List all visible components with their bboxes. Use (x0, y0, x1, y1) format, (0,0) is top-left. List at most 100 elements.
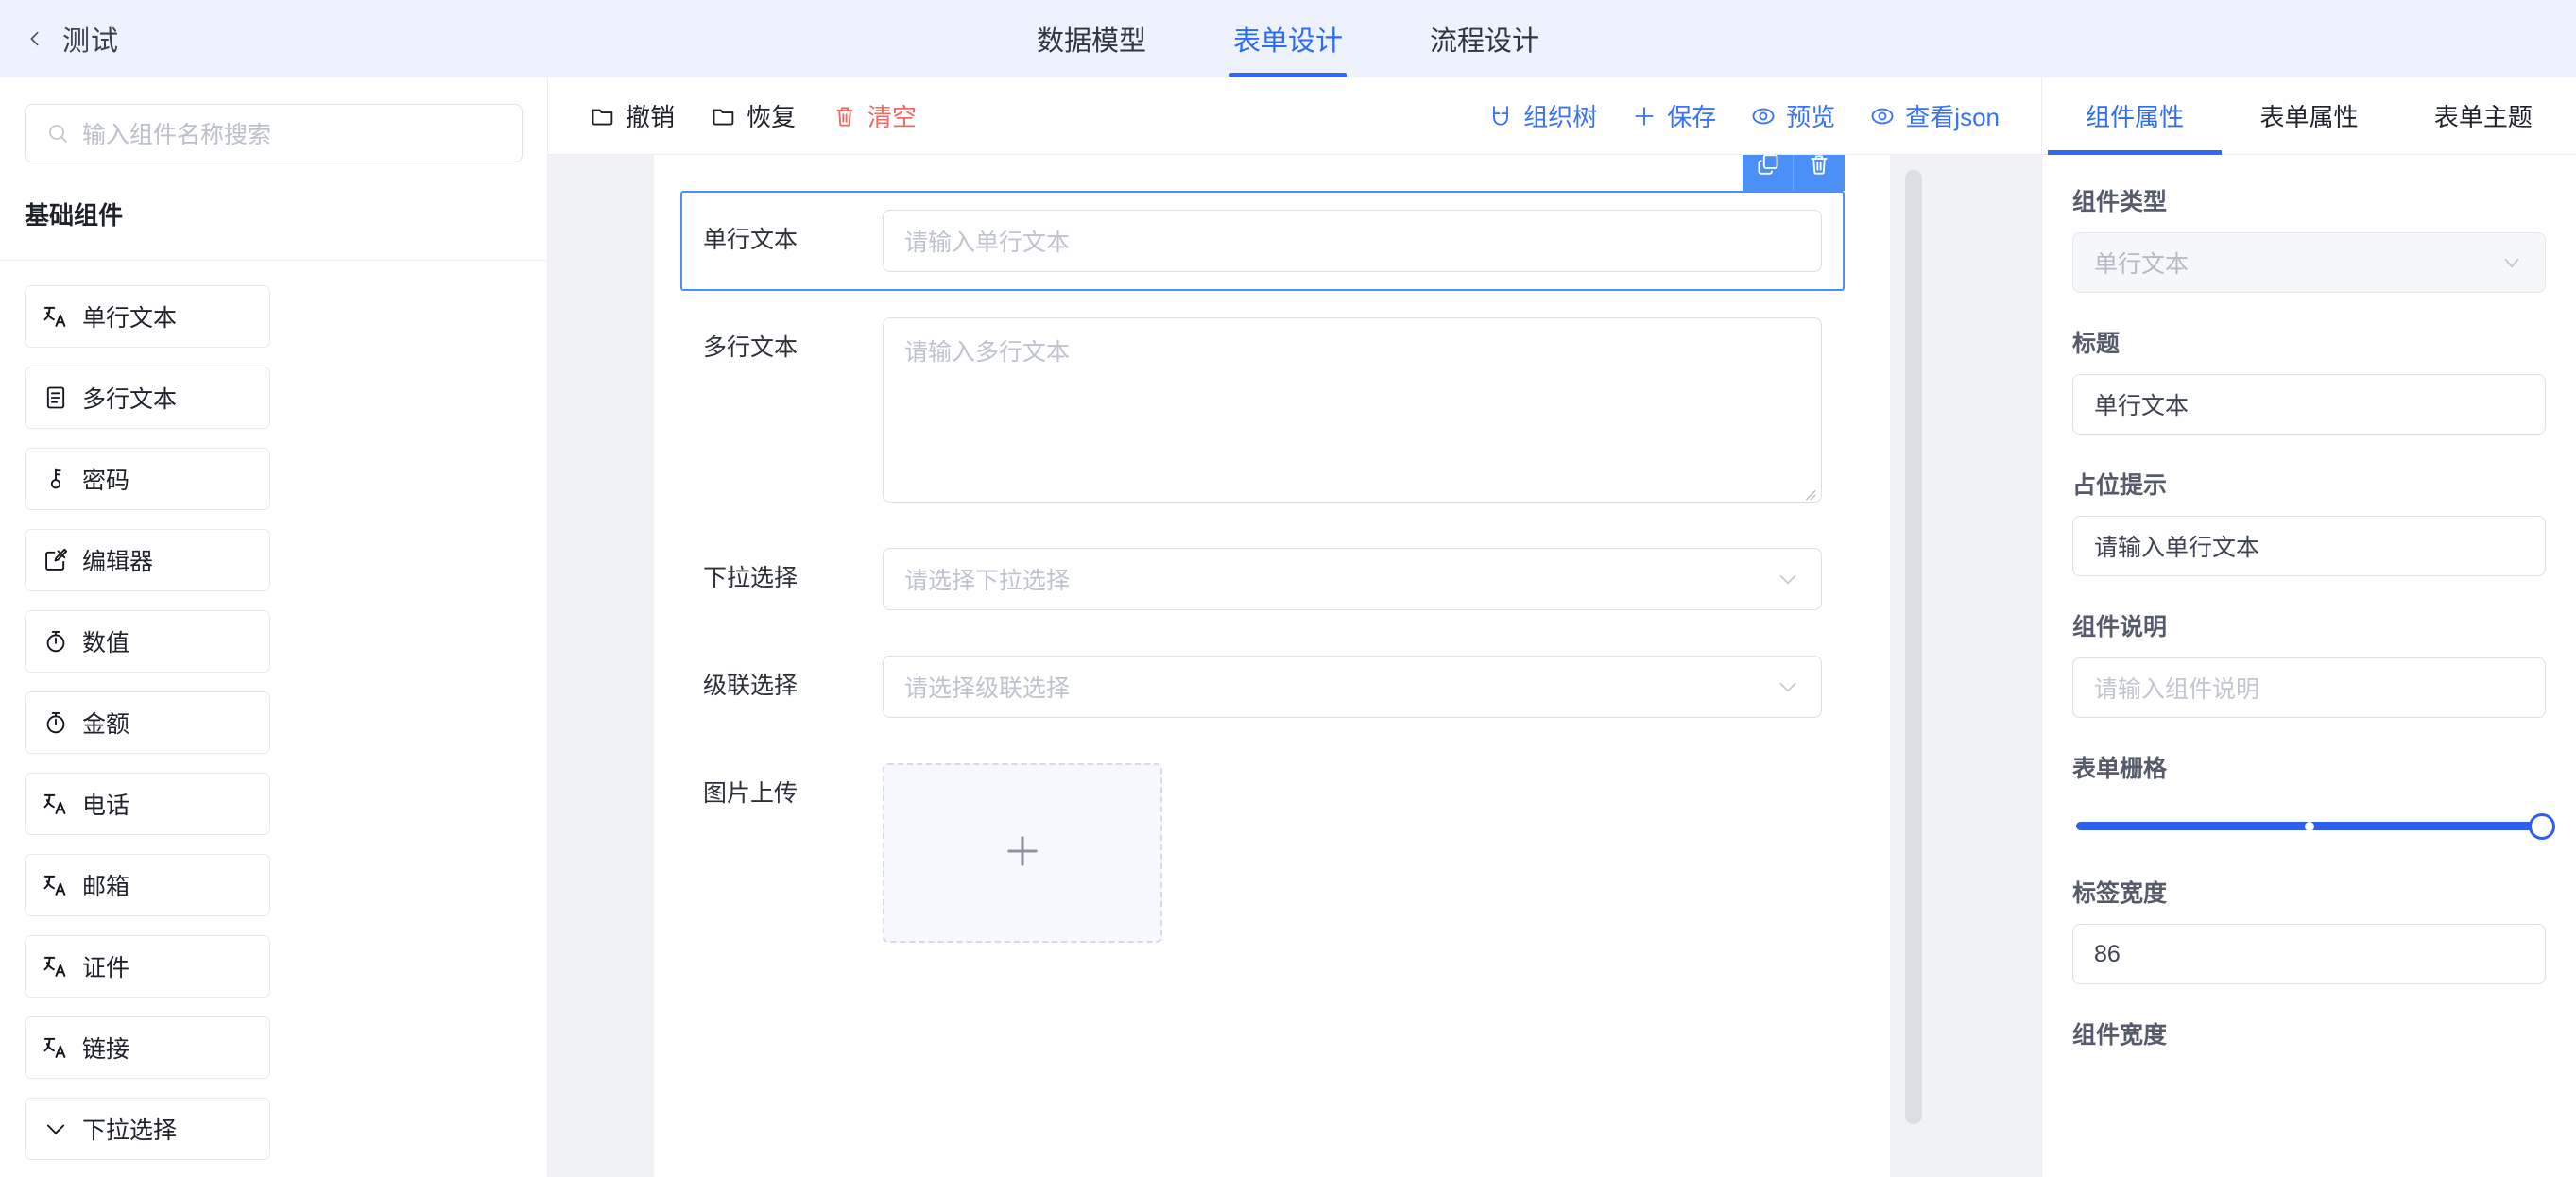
prop-label-width-label: 标签宽度 (2072, 880, 2168, 907)
plus-icon (1001, 829, 1044, 878)
toolbar-folder-open-button[interactable]: 恢复 (697, 93, 809, 139)
field-control: 请输入单行文本 (883, 210, 1822, 272)
toolbar-magnet-button[interactable]: 组织树 (1474, 93, 1610, 139)
grid-slider-handle[interactable] (2529, 812, 2555, 840)
form-field-row[interactable]: 下拉选择 请选择下拉选择 (680, 529, 1845, 629)
component-type-select[interactable]: 单行文本 (2072, 232, 2546, 293)
tool-label: 预览 (1786, 103, 1836, 131)
form-field-row[interactable]: 图片上传 (680, 744, 1845, 962)
placeholder-value: 请输入单行文本 (2094, 535, 2260, 561)
toolbar-plus-button[interactable]: 保存 (1618, 93, 1729, 139)
chevron-down-icon (1776, 567, 1800, 591)
palette-item-label: 链接 (82, 1036, 130, 1063)
palette-item[interactable]: 数值 (25, 610, 270, 673)
field-placeholder: 请选择级联选择 (904, 675, 1071, 702)
prop-grid-label: 表单栅格 (2072, 756, 2168, 782)
field-placeholder: 请选择下拉选择 (904, 568, 1071, 594)
component-type-value: 单行文本 (2094, 251, 2190, 278)
field-textarea[interactable]: 请输入多行文本 (883, 317, 1822, 503)
edit-square-icon (43, 547, 69, 573)
tab-data-model[interactable]: 数据模型 (1031, 0, 1152, 77)
field-select[interactable]: 请选择级联选择 (883, 656, 1822, 718)
toolbar-folder-open-button[interactable]: 撤销 (576, 93, 688, 139)
field-control: 请选择下拉选择 (883, 548, 1822, 610)
tab-form-design[interactable]: 表单设计 (1228, 0, 1348, 77)
component-palette: 单行文本多行文本密码编辑器数值金额电话邮箱证件链接下拉选择级联选择单选框组多选框… (0, 261, 547, 1177)
back-button[interactable]: 测试 (0, 19, 119, 59)
chevron-down-icon (1776, 674, 1800, 699)
folder-open-icon (711, 103, 737, 129)
top-tab-bar: 数据模型 表单设计 流程设计 (0, 0, 2576, 77)
copy-field-button[interactable] (1743, 155, 1794, 191)
form-field-row[interactable]: 单行文本 请输入单行文本 (680, 155, 1845, 291)
palette-item[interactable]: 电话 (25, 773, 270, 835)
palette-item[interactable]: 单行文本 (25, 285, 270, 348)
toolbar-eye-button[interactable]: 预览 (1737, 93, 1848, 139)
tab-component-props[interactable]: 组件属性 (2048, 77, 2223, 155)
tool-label: 清空 (867, 103, 918, 131)
palette-item[interactable]: 链接 (25, 1016, 270, 1079)
form-canvas[interactable]: 单行文本 请输入单行文本多行文本 请输入多行文本下拉选择 请选择下拉选择级联选择 请选择… (654, 155, 1890, 1177)
field-label: 下拉选择 (703, 565, 799, 591)
prop-component-type: 组件类型 单行文本 (2072, 183, 2546, 293)
eye-icon (1750, 103, 1777, 129)
palette-item[interactable]: 证件 (25, 935, 270, 998)
delete-field-button[interactable] (1794, 155, 1845, 191)
palette-item[interactable]: 编辑器 (25, 529, 270, 591)
resize-grip-icon[interactable] (1800, 481, 1817, 501)
main-body: 输入组件名称搜索 基础组件 单行文本 多行文本 密码 编辑器 数值 金额 电话 邮箱 证件 链接下… (0, 77, 2576, 1177)
field-control: 请选择级联选择 (883, 656, 1822, 718)
canvas-area: 单行文本 请输入单行文本多行文本 请输入多行文本下拉选择 请选择下拉选择级联选择 请选择… (548, 155, 2041, 1177)
palette-item[interactable]: 下拉选择 (25, 1098, 270, 1160)
canvas-right-gutter (1890, 155, 2041, 1177)
description-field[interactable]: 请输入组件说明 (2072, 657, 2546, 718)
palette-item[interactable]: 邮箱 (25, 854, 270, 916)
field-label: 多行文本 (703, 334, 799, 361)
field-control: 请输入多行文本 (883, 317, 1822, 503)
text-translate-icon (43, 872, 69, 898)
field-text-input[interactable]: 请输入单行文本 (883, 210, 1822, 272)
title-field[interactable]: 单行文本 (2072, 374, 2546, 435)
palette-item[interactable]: 多行文本 (25, 367, 270, 429)
field-select[interactable]: 请选择下拉选择 (883, 548, 1822, 610)
trash-icon (1806, 155, 1832, 180)
trash-icon (832, 103, 858, 129)
toolbar-left-group: 撤销 恢复 清空 (576, 93, 930, 139)
toolbar-trash-button[interactable]: 清空 (818, 93, 930, 139)
form-field-row[interactable]: 多行文本 请输入多行文本 (680, 299, 1845, 521)
search-input[interactable]: 输入组件名称搜索 (25, 104, 523, 162)
field-image-uploader[interactable] (883, 763, 1162, 943)
palette-item-label: 电话 (82, 793, 130, 819)
tool-label: 撤销 (626, 103, 676, 131)
field-control (883, 763, 1822, 943)
palette-item-label: 多行文本 (82, 386, 178, 413)
form-field-row[interactable]: 级联选择 请选择级联选择 (680, 637, 1845, 737)
tab-form-theme[interactable]: 表单主题 (2396, 77, 2570, 154)
tool-label: 保存 (1667, 103, 1717, 131)
eye-icon (1869, 103, 1896, 129)
tab-process-design[interactable]: 流程设计 (1424, 0, 1545, 77)
toolbar-eye-button[interactable]: 查看json (1856, 93, 2013, 139)
canvas-scrollbar-thumb[interactable] (1905, 170, 1922, 1124)
palette-item[interactable]: 金额 (25, 691, 270, 754)
field-placeholder: 请输入单行文本 (904, 230, 1071, 256)
placeholder-field[interactable]: 请输入单行文本 (2072, 516, 2546, 576)
prop-component-type-label: 组件类型 (2072, 189, 2168, 215)
label-width-value: 86 (2094, 940, 2121, 967)
palette-item[interactable]: 密码 (25, 448, 270, 510)
tool-label: 组织树 (1523, 103, 1598, 131)
canvas-left-gutter (548, 155, 654, 1177)
palette-item-label: 金额 (82, 711, 130, 738)
canvas-scrollbar[interactable] (1905, 170, 1922, 1151)
component-group-title: 基础组件 (25, 201, 124, 230)
designer-toolbar: 撤销 恢复 清空 组织树 保存 预览 查看json (548, 77, 2041, 155)
grid-slider[interactable] (2072, 799, 2555, 843)
prop-title-label: 标题 (2072, 331, 2121, 357)
prop-title: 标题 单行文本 (2072, 325, 2546, 435)
label-width-field[interactable]: 86 (2072, 924, 2546, 984)
prop-grid: 表单栅格 (2072, 750, 2555, 843)
stopwatch-icon (43, 709, 69, 736)
chevron-down-icon (2504, 258, 2519, 268)
tab-form-props[interactable]: 表单属性 (2222, 77, 2396, 154)
magnet-icon (1487, 103, 1514, 129)
